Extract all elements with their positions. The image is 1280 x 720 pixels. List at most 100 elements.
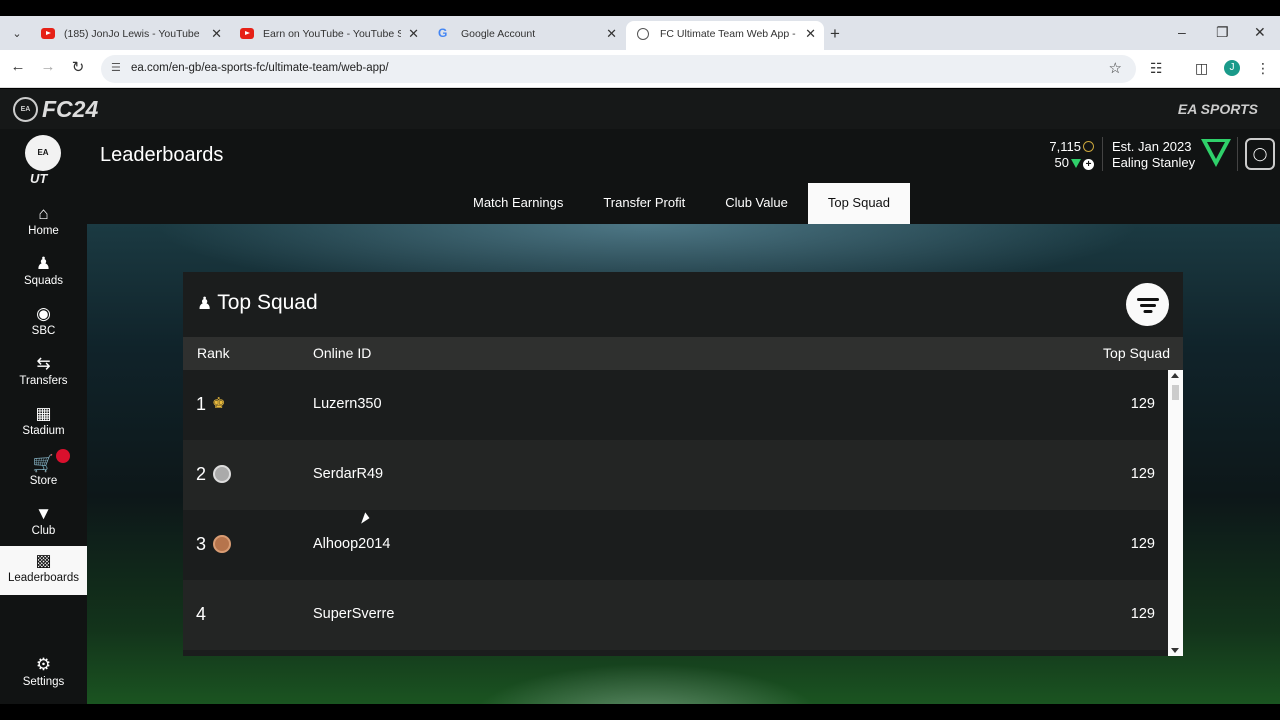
gear-icon: ⚙ [35, 655, 52, 674]
browser-tab-title: Earn on YouTube - YouTube Stu [263, 28, 401, 40]
leaderboard-rows: 1 ♚ Luzern350 129 2 SerdarR49 129 3 Alho… [183, 370, 1168, 656]
row-rank: 3 [196, 534, 207, 554]
leaderboards-icon: ▩ [35, 551, 52, 570]
youtube-icon [41, 28, 55, 39]
scrollbar-thumb[interactable] [1172, 385, 1179, 400]
sidebar-item-sbc[interactable]: ◉ SBC [0, 299, 87, 349]
url-text: ea.com/en-gb/ea-sports-fc/ultimate-team/… [131, 62, 389, 74]
menu-icon[interactable]: ⋮ [1256, 60, 1270, 77]
filter-icon [1136, 298, 1159, 301]
ut-logo-text: UT [30, 171, 48, 186]
store-icon: 🛒 [32, 454, 55, 473]
tab-match-earnings[interactable]: Match Earnings [453, 183, 583, 224]
table-row[interactable]: 1 ♚ Luzern350 129 [183, 370, 1168, 440]
column-header-online-id: Online ID [313, 345, 372, 361]
browser-tab-google-account[interactable]: G Google Account ✕ [427, 21, 625, 50]
sidebar: EA UT ⌂ Home ♟ Squads ◉ SBC ⇆ Transfers … [0, 129, 87, 720]
close-icon[interactable]: ✕ [805, 21, 816, 47]
browser-tab-title: FC Ultimate Team Web App - E/ [660, 28, 798, 40]
close-icon[interactable]: ✕ [408, 21, 419, 47]
club-name: Ealing Stanley [1112, 155, 1196, 170]
extensions-icon[interactable]: ☷ [1150, 60, 1163, 77]
row-online-id: SuperSverre [313, 606, 395, 622]
sidebar-item-transfers[interactable]: ⇆ Transfers [0, 349, 87, 399]
panel-title-text: Top Squad [217, 291, 318, 314]
ea-logo: EA [13, 97, 38, 122]
minimize-icon[interactable]: – [1178, 24, 1186, 40]
page-title: Leaderboards [100, 144, 224, 166]
close-icon[interactable]: ✕ [211, 21, 222, 47]
side-panel-icon[interactable]: ◫ [1195, 60, 1208, 77]
stadium-icon: ▦ [35, 404, 52, 423]
club-info: Est. Jan 2023 Ealing Stanley [1112, 139, 1195, 171]
youtube-icon [240, 28, 254, 39]
level-badge-icon[interactable]: ◯ [1245, 138, 1275, 170]
crown-icon: ♚ [212, 395, 226, 412]
row-value: 129 [1130, 606, 1155, 622]
notification-badge [56, 449, 70, 463]
restore-icon[interactable]: ❐ [1216, 24, 1229, 41]
bronze-medal-icon [213, 535, 231, 553]
reload-icon[interactable]: ↻ [68, 58, 88, 76]
sidebar-item-home[interactable]: ⌂ Home [0, 199, 87, 249]
profile-avatar[interactable]: J [1224, 60, 1240, 76]
trophy-icon: ♟ [197, 294, 213, 313]
browser-tab-fc-web-app[interactable]: FC Ultimate Team Web App - E/ ✕ [626, 21, 824, 50]
table-header: Rank Online ID Top Squad [183, 337, 1183, 370]
bookmark-star-icon[interactable]: ☆ [1109, 59, 1122, 77]
window-close-icon[interactable]: ✕ [1254, 24, 1266, 41]
sidebar-item-settings[interactable]: ⚙ Settings [0, 650, 87, 700]
close-icon[interactable]: ✕ [606, 21, 617, 47]
scroll-up-icon[interactable] [1171, 373, 1179, 378]
filter-button[interactable] [1126, 283, 1169, 326]
browser-tab-title: Google Account [461, 28, 536, 40]
column-header-rank: Rank [197, 345, 230, 361]
sidebar-item-club[interactable]: ▼ Club [0, 499, 87, 549]
scrollbar[interactable] [1168, 370, 1183, 656]
sidebar-item-label: Stadium [22, 425, 65, 437]
forward-icon[interactable]: → [38, 58, 58, 75]
screen-top-bar [0, 0, 1280, 16]
tab-transfer-profit[interactable]: Transfer Profit [583, 183, 705, 224]
row-value: 129 [1130, 396, 1155, 412]
table-row[interactable]: 3 Alhoop2014 129 [183, 510, 1168, 580]
browser-tab-youtube[interactable]: (185) JonJo Lewis - YouTube ✕ [30, 21, 230, 50]
ea-sports-logo: EA SPORTS [1177, 101, 1258, 117]
tab-search-icon[interactable]: ⌄ [6, 24, 28, 44]
table-row[interactable]: 2 SerdarR49 129 [183, 440, 1168, 510]
ut-logo: EA [25, 135, 61, 171]
add-points-icon[interactable]: + [1083, 159, 1094, 170]
sidebar-item-store[interactable]: 🛒 Store [0, 449, 87, 499]
scroll-down-icon[interactable] [1171, 648, 1179, 653]
sidebar-item-label: Store [29, 475, 58, 487]
table-row[interactable]: 4 SuperSverre 129 [183, 580, 1168, 650]
points-value: 50 [1054, 155, 1069, 170]
row-online-id: Luzern350 [313, 396, 382, 412]
site-info-icon[interactable]: ☰ [111, 61, 121, 74]
tab-club-value[interactable]: Club Value [705, 183, 808, 224]
column-header-top-squad: Top Squad [1103, 345, 1170, 361]
row-rank: 1 [196, 394, 207, 414]
fc24-logo: EA FC24 [13, 96, 98, 123]
sidebar-item-label: Settings [22, 676, 65, 688]
new-tab-icon[interactable]: + [830, 24, 840, 44]
address-bar[interactable]: ☰ ea.com/en-gb/ea-sports-fc/ultimate-tea… [101, 55, 1136, 83]
back-icon[interactable]: ← [8, 58, 28, 75]
coin-icon [1083, 141, 1094, 152]
header-divider [1102, 137, 1103, 171]
sidebar-item-label: Club [31, 525, 56, 537]
row-online-id: Alhoop2014 [313, 536, 391, 552]
sidebar-item-squads[interactable]: ♟ Squads [0, 249, 87, 299]
globe-icon [637, 28, 649, 40]
sidebar-item-leaderboards[interactable]: ▩ Leaderboards [0, 546, 87, 595]
sidebar-item-stadium[interactable]: ▦ Stadium [0, 399, 87, 449]
sbc-icon: ◉ [36, 304, 51, 323]
fc-points-icon [1071, 159, 1081, 168]
web-app: EA FC24 EA SPORTS EA UT ⌂ Home ♟ Squads … [0, 89, 1280, 720]
screen-bottom-bar [0, 704, 1280, 720]
sidebar-item-label: Squads [23, 275, 63, 287]
google-icon: G [438, 26, 448, 40]
tab-top-squad[interactable]: Top Squad [807, 183, 911, 224]
club-icon: ▼ [35, 504, 52, 523]
browser-tab-youtube-studio[interactable]: Earn on YouTube - YouTube Stu ✕ [229, 21, 427, 50]
